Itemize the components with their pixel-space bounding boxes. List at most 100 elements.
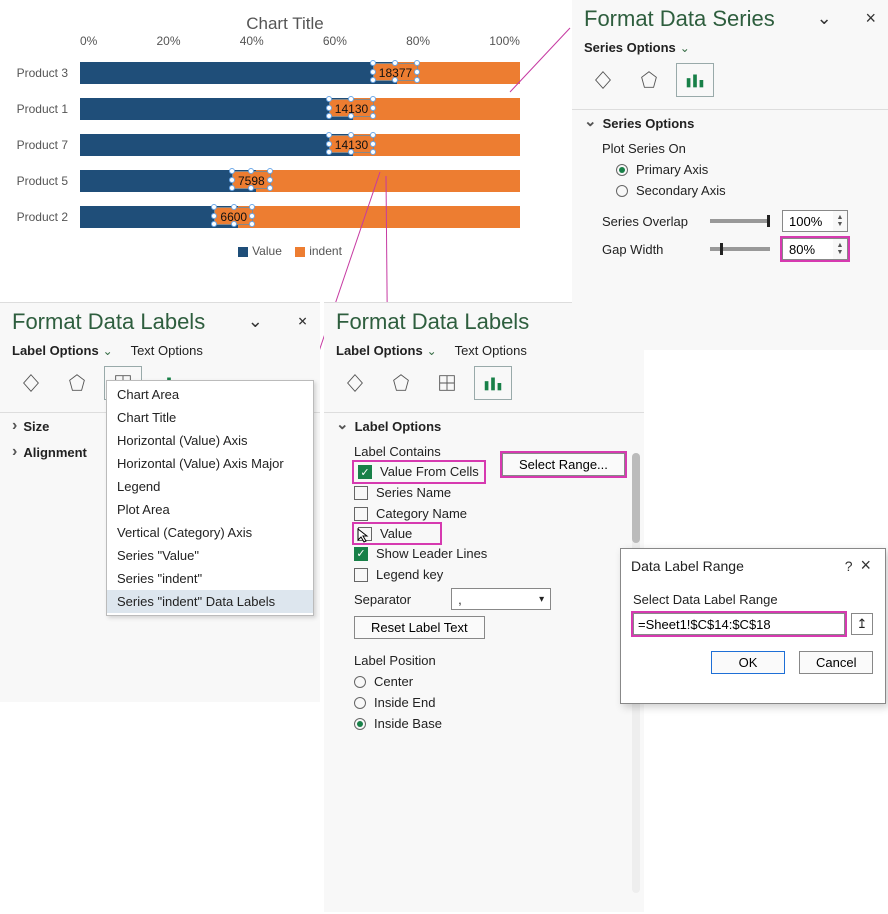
section-series-options[interactable]: Series Options — [572, 110, 888, 136]
input-series-overlap[interactable]: ▲▼ — [782, 210, 848, 232]
selection-handle[interactable] — [370, 69, 376, 75]
selection-handle[interactable] — [231, 204, 237, 210]
label-options-icon[interactable] — [474, 366, 512, 400]
section-label-options[interactable]: Label Options — [324, 413, 644, 439]
chevron-down-icon[interactable]: ⌄ — [813, 8, 836, 29]
selection-handle[interactable] — [267, 185, 273, 191]
dropdown-item[interactable]: Plot Area — [107, 498, 313, 521]
selection-handle[interactable] — [229, 168, 235, 174]
checkbox-value-from-cells[interactable]: ✓ — [358, 465, 372, 479]
bar-row[interactable]: Product 114130 — [80, 98, 520, 120]
fill-icon[interactable] — [12, 366, 50, 400]
fill-icon[interactable] — [336, 366, 374, 400]
selection-handle[interactable] — [267, 168, 273, 174]
ok-button[interactable]: OK — [711, 651, 785, 674]
fill-icon[interactable] — [584, 63, 622, 97]
data-label[interactable]: 14130 — [329, 135, 374, 153]
bar-value[interactable] — [80, 62, 397, 84]
scrollbar-thumb[interactable] — [632, 453, 640, 543]
reset-label-text-button[interactable]: Reset Label Text — [354, 616, 485, 639]
collapse-dialog-icon[interactable]: ↥ — [851, 613, 873, 635]
bar-row[interactable]: Product 318377 — [80, 62, 520, 84]
selection-handle[interactable] — [267, 177, 273, 183]
data-label[interactable]: 18377 — [373, 63, 418, 81]
effects-icon[interactable] — [58, 366, 96, 400]
input-gap-width[interactable]: ▲▼ — [782, 238, 848, 260]
radio-inside-base[interactable] — [354, 718, 366, 730]
separator-select[interactable]: ,▾ — [451, 588, 551, 610]
dropdown-item[interactable]: Horizontal (Value) Axis Major — [107, 452, 313, 475]
chart-element-dropdown[interactable]: Chart AreaChart TitleHorizontal (Value) … — [106, 380, 314, 616]
close-icon[interactable]: × — [861, 8, 880, 29]
slider-series-overlap[interactable] — [710, 219, 770, 223]
checkbox-series-name[interactable] — [354, 486, 368, 500]
dropdown-item[interactable]: Series "indent" — [107, 567, 313, 590]
spinner-up-icon[interactable]: ▲ — [833, 214, 847, 221]
dropdown-item[interactable]: Vertical (Category) Axis — [107, 521, 313, 544]
selection-handle[interactable] — [211, 204, 217, 210]
radio-primary-axis[interactable] — [616, 164, 628, 176]
selection-handle[interactable] — [231, 221, 237, 227]
bar-value[interactable] — [80, 134, 353, 156]
tab-text-options[interactable]: Text Options — [455, 343, 527, 358]
cancel-button[interactable]: Cancel — [799, 651, 873, 674]
plot-area[interactable]: 0% 20% 40% 60% 80% 100% Product 318377Pr… — [80, 40, 520, 240]
selection-handle[interactable] — [326, 141, 332, 147]
selection-handle[interactable] — [326, 132, 332, 138]
selection-handle[interactable] — [348, 132, 354, 138]
selection-handle[interactable] — [248, 168, 254, 174]
series-options-icon[interactable] — [676, 63, 714, 97]
dropdown-item[interactable]: Series "Value" — [107, 544, 313, 567]
selection-handle[interactable] — [370, 60, 376, 66]
tab-series-options[interactable]: Series Options — [584, 40, 676, 55]
bar-value[interactable] — [80, 98, 353, 120]
range-input[interactable] — [633, 613, 845, 635]
selection-handle[interactable] — [348, 96, 354, 102]
tab-label-options[interactable]: Label Options — [12, 343, 99, 358]
spinner-down-icon[interactable]: ▼ — [833, 221, 847, 228]
data-label[interactable]: 14130 — [329, 99, 374, 117]
dropdown-item[interactable]: Chart Title — [107, 406, 313, 429]
size-properties-icon[interactable] — [428, 366, 466, 400]
dropdown-item[interactable]: Chart Area — [107, 383, 313, 406]
chevron-down-icon[interactable]: ⌄ — [103, 344, 113, 358]
spinner-down-icon[interactable]: ▼ — [833, 249, 847, 256]
selection-handle[interactable] — [229, 177, 235, 183]
dropdown-item[interactable]: Series "indent" Data Labels — [107, 590, 313, 613]
selection-handle[interactable] — [326, 96, 332, 102]
chevron-down-icon[interactable]: ⌄ — [680, 41, 690, 55]
selection-handle[interactable] — [211, 213, 217, 219]
dropdown-item[interactable]: Legend — [107, 475, 313, 498]
bar-row[interactable]: Product 26600 — [80, 206, 520, 228]
data-label[interactable]: 6600 — [214, 207, 253, 225]
bar-row[interactable]: Product 714130 — [80, 134, 520, 156]
close-icon[interactable]: × — [856, 555, 875, 576]
radio-secondary-axis[interactable] — [616, 185, 628, 197]
chart[interactable]: Chart Title 0% 20% 40% 60% 80% 100% Prod… — [0, 0, 570, 300]
selection-handle[interactable] — [326, 105, 332, 111]
selection-handle[interactable] — [229, 185, 235, 191]
selection-handle[interactable] — [392, 60, 398, 66]
radio-inside-end[interactable] — [354, 697, 366, 709]
select-range-button[interactable]: Select Range... — [502, 453, 625, 476]
chevron-down-icon[interactable]: ⌄ — [244, 311, 267, 332]
close-icon[interactable]: + — [289, 307, 317, 335]
chevron-down-icon[interactable]: ⌄ — [427, 344, 437, 358]
tab-label-options[interactable]: Label Options — [336, 343, 423, 358]
spinner-up-icon[interactable]: ▲ — [833, 242, 847, 249]
slider-gap-width[interactable] — [710, 247, 770, 251]
effects-icon[interactable] — [382, 366, 420, 400]
selection-handle[interactable] — [326, 113, 332, 119]
selection-handle[interactable] — [326, 149, 332, 155]
help-icon[interactable]: ? — [841, 558, 857, 574]
selection-handle[interactable] — [370, 77, 376, 83]
dropdown-item[interactable]: Horizontal (Value) Axis — [107, 429, 313, 452]
effects-icon[interactable] — [630, 63, 668, 97]
radio-center[interactable] — [354, 676, 366, 688]
data-label[interactable]: 7598 — [232, 171, 271, 189]
tab-text-options[interactable]: Text Options — [131, 343, 203, 358]
checkbox-legend-key[interactable] — [354, 568, 368, 582]
checkbox-category-name[interactable] — [354, 507, 368, 521]
checkbox-show-leader-lines[interactable]: ✓ — [354, 547, 368, 561]
bar-row[interactable]: Product 57598 — [80, 170, 520, 192]
